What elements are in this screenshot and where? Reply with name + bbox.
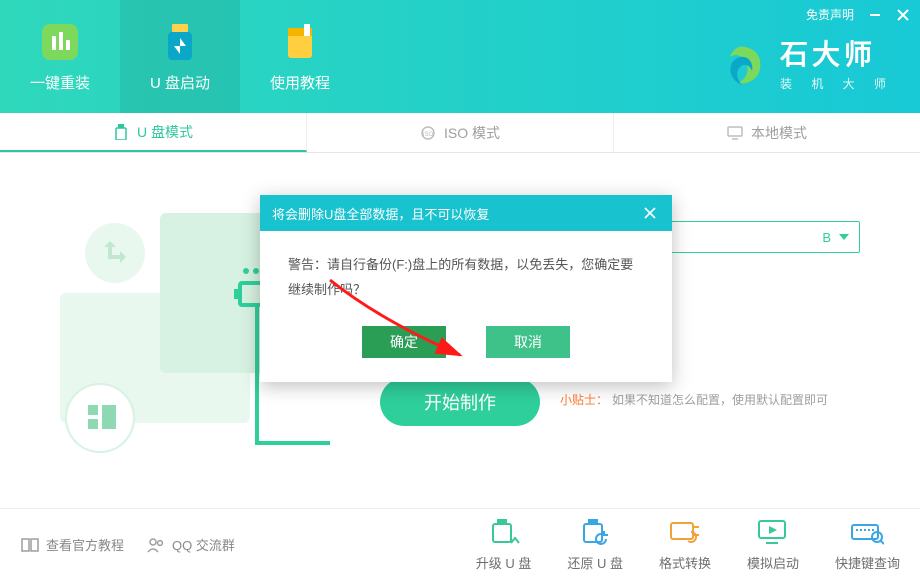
dialog-title: 将会删除U盘全部数据，且不可以恢复 (272, 204, 489, 223)
ok-button[interactable]: 确定 (362, 326, 446, 358)
confirm-dialog: 将会删除U盘全部数据，且不可以恢复 警告：请自行备份(F:)盘上的所有数据，以免… (260, 195, 672, 382)
cancel-button[interactable]: 取消 (486, 326, 570, 358)
close-icon (643, 206, 657, 220)
dialog-actions: 确定 取消 (260, 312, 672, 382)
dialog-close-button[interactable] (640, 203, 660, 223)
dialog-body: 警告：请自行备份(F:)盘上的所有数据，以免丢失，您确定要继续制作吗？ (260, 231, 672, 312)
dialog-title-bar: 将会删除U盘全部数据，且不可以恢复 (260, 195, 672, 231)
